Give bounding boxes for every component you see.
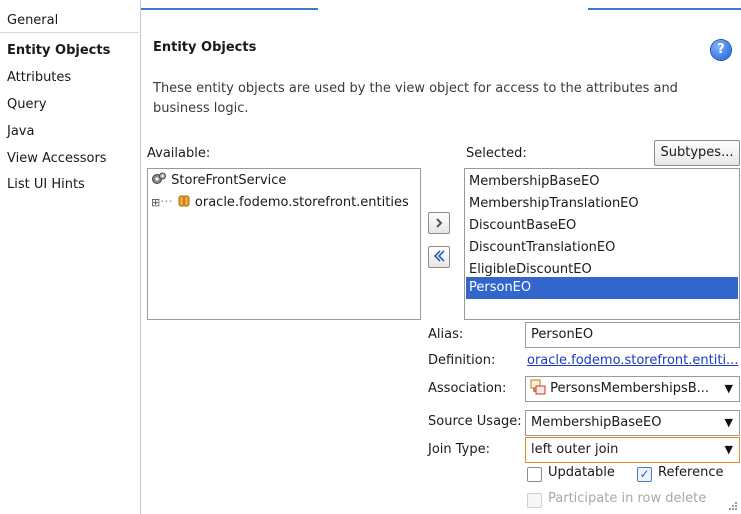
sidebar-item-list-ui-hints[interactable]: List UI Hints (0, 174, 139, 196)
page-description: These entity objects are used by the vie… (153, 81, 678, 116)
join-type-select[interactable]: left outer join ▼ (525, 437, 740, 463)
participate-delete-checkbox[interactable] (527, 493, 542, 508)
sidebar-item-entity-objects[interactable]: Entity Objects (0, 40, 139, 62)
package-icon (178, 195, 190, 207)
source-usage-value: MembershipBaseEO (531, 415, 662, 430)
service-icon (152, 172, 166, 184)
expand-icon[interactable]: ⊞ (151, 196, 160, 209)
sidebar-item-general[interactable]: General (0, 10, 139, 32)
list-item[interactable]: DiscountBaseEO (466, 215, 738, 237)
association-value: PersonsMembershipsB... (550, 381, 710, 396)
available-tree[interactable]: StoreFrontService ⊞··· oracle.fodemo.sto… (147, 168, 421, 320)
accent-line-right (588, 8, 741, 10)
tab-strip-accent (140, 0, 741, 10)
tree-node-label: oracle.fodemo.storefront.entities (194, 195, 409, 210)
shuttle-left-button[interactable] (428, 246, 450, 268)
participate-delete-label: Participate in row delete (548, 491, 707, 506)
sidebar-item-attributes[interactable]: Attributes (0, 67, 139, 89)
tree-node-label: StoreFrontService (171, 173, 287, 188)
sidebar-item-view-accessors[interactable]: View Accessors (0, 148, 139, 170)
alias-label: Alias: (428, 327, 464, 342)
sidebar-item-java[interactable]: Java (0, 121, 139, 143)
tree-node-storefront-service[interactable]: StoreFrontService (151, 171, 286, 191)
list-item[interactable]: MembershipBaseEO (466, 171, 738, 193)
accent-line-left (140, 8, 318, 10)
sidebar-item-query[interactable]: Query (0, 94, 139, 116)
available-label: Available: (147, 146, 211, 161)
source-usage-label: Source Usage: (428, 414, 522, 429)
tree-node-entities-package[interactable]: ⊞··· oracle.fodemo.storefront.entities (151, 193, 409, 213)
reference-checkbox[interactable]: ✓ (637, 467, 652, 482)
definition-label: Definition: (428, 353, 496, 368)
sidebar: General Entity Objects Attributes Query … (0, 0, 141, 514)
source-usage-select[interactable]: MembershipBaseEO ▼ (525, 410, 740, 436)
selected-label: Selected: (466, 146, 527, 161)
list-item-selected[interactable]: PersonEO (466, 277, 738, 299)
association-select[interactable]: PersonsMembershipsB... ▼ (525, 376, 740, 402)
association-label: Association: (428, 381, 507, 396)
shuttle-right-icon (436, 218, 443, 228)
page-title: Entity Objects (153, 40, 257, 55)
sidebar-separator (0, 32, 139, 33)
list-item[interactable]: MembershipTranslationEO (466, 193, 738, 215)
chevron-down-icon: ▼ (724, 443, 733, 456)
shuttle-right-button[interactable] (428, 212, 450, 234)
selected-list[interactable]: MembershipBaseEO MembershipTranslationEO… (464, 168, 740, 320)
reference-label: Reference (658, 465, 724, 480)
updatable-checkbox[interactable] (527, 467, 542, 482)
association-icon (530, 379, 546, 395)
help-icon[interactable]: ? (711, 40, 731, 60)
list-item[interactable]: DiscountTranslationEO (466, 237, 738, 259)
definition-link[interactable]: oracle.fodemo.storefront.entiti... (527, 353, 740, 368)
shuttle-left-icon (433, 250, 445, 262)
join-type-value: left outer join (531, 442, 619, 457)
join-type-label: Join Type: (428, 442, 491, 457)
alias-field[interactable]: PersonEO (525, 322, 740, 348)
chevron-down-icon: ▼ (724, 382, 733, 395)
resize-grip-icon[interactable] (727, 500, 737, 510)
updatable-label: Updatable (548, 465, 615, 480)
subtypes-button[interactable]: Subtypes... (654, 140, 740, 166)
chevron-down-icon: ▼ (724, 416, 733, 429)
